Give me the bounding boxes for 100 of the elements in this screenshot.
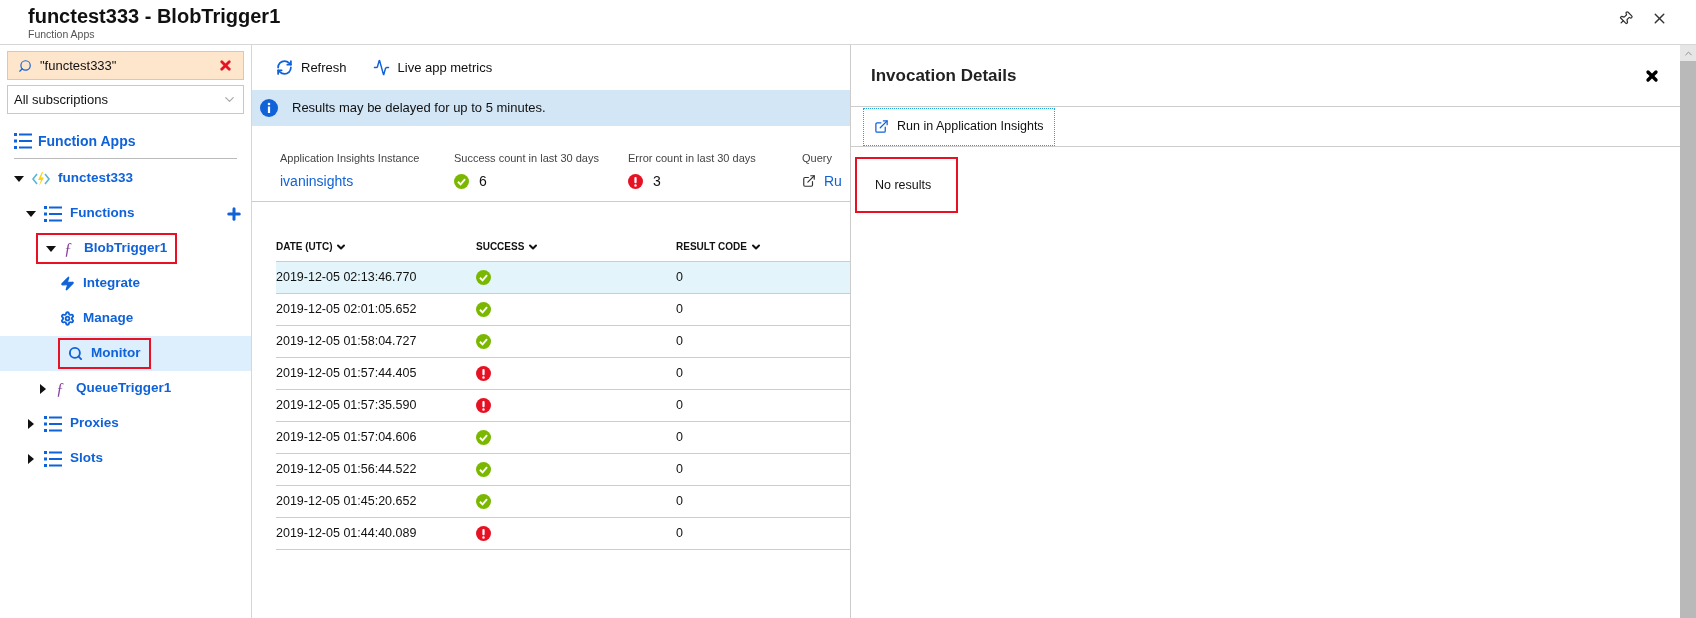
caret-right-icon[interactable] bbox=[28, 453, 34, 464]
bolt-icon bbox=[60, 276, 75, 291]
caret-down-icon[interactable] bbox=[14, 175, 24, 182]
search-value: "functest333" bbox=[40, 56, 117, 75]
refresh-icon bbox=[276, 59, 293, 76]
caret-right-icon[interactable] bbox=[40, 383, 46, 394]
check-circle-icon bbox=[476, 270, 491, 285]
table-cell-text: 2019-12-05 01:45:20.652 bbox=[276, 493, 418, 511]
tree-item-label[interactable]: Monitor bbox=[91, 343, 141, 364]
subscription-dropdown[interactable]: All subscriptions bbox=[7, 85, 244, 114]
page-subtitle: Function Apps bbox=[28, 28, 96, 41]
error-icon bbox=[476, 526, 491, 541]
scrollbar[interactable] bbox=[1680, 45, 1696, 618]
tree-item[interactable]: Slots bbox=[0, 441, 251, 476]
table-cell-text: 0 bbox=[676, 365, 684, 383]
tree-item-label[interactable]: Functions bbox=[70, 203, 135, 224]
stat-label: Application Insights Instance bbox=[280, 151, 421, 166]
no-results-text: No results bbox=[875, 176, 932, 194]
info-icon bbox=[260, 99, 278, 117]
table-cell-text: 0 bbox=[676, 301, 684, 319]
function-apps-link[interactable]: Function Apps bbox=[14, 124, 237, 159]
tree-item-label[interactable]: Slots bbox=[70, 448, 103, 469]
close-icon[interactable] bbox=[1644, 67, 1660, 84]
list-icon bbox=[44, 415, 62, 432]
table-row[interactable]: 2019-12-05 01:57:04.606 0 bbox=[276, 422, 850, 454]
stat-label: Query bbox=[802, 151, 833, 166]
column-header[interactable]: RESULT CODE bbox=[676, 239, 850, 254]
table-cell-text: 0 bbox=[676, 429, 684, 447]
stat-label: Success count in last 30 days bbox=[454, 151, 600, 166]
caret-down-icon[interactable] bbox=[46, 245, 56, 252]
check-circle-icon bbox=[476, 494, 491, 509]
table-cell-text: 2019-12-05 01:57:35.590 bbox=[276, 397, 418, 415]
tree-item[interactable]: ƒ BlobTrigger1 bbox=[0, 231, 251, 266]
check-circle-icon bbox=[476, 430, 491, 445]
external-link-icon bbox=[874, 119, 889, 134]
clear-icon[interactable] bbox=[218, 58, 233, 73]
table-cell-text: 0 bbox=[676, 333, 684, 351]
table-row[interactable]: 2019-12-05 01:56:44.522 0 bbox=[276, 454, 850, 486]
function-icon: ƒ bbox=[56, 380, 68, 397]
table-row[interactable]: 2019-12-05 02:01:05.652 0 bbox=[276, 294, 850, 326]
table-cell-text: 2019-12-05 01:56:44.522 bbox=[276, 461, 418, 479]
caret-down-icon[interactable] bbox=[26, 210, 36, 217]
success-count: 6 bbox=[479, 171, 487, 191]
table-row[interactable]: 2019-12-05 01:57:44.405 0 bbox=[276, 358, 850, 390]
table-row[interactable]: 2019-12-05 01:57:35.590 0 bbox=[276, 390, 850, 422]
external-link-icon bbox=[802, 174, 816, 188]
tree-item[interactable]: Manage bbox=[0, 301, 251, 336]
tree-item[interactable]: Integrate bbox=[0, 266, 251, 301]
stat-label: Error count in last 30 days bbox=[628, 151, 757, 166]
table-cell-text: 2019-12-05 01:58:04.727 bbox=[276, 333, 418, 351]
add-icon[interactable] bbox=[225, 204, 243, 223]
error-icon bbox=[476, 366, 491, 381]
table-cell-text: 0 bbox=[676, 525, 684, 543]
tree-item-label[interactable]: BlobTrigger1 bbox=[84, 238, 168, 259]
table-cell-text: 0 bbox=[676, 397, 684, 415]
tree-item-label[interactable]: Manage bbox=[83, 308, 134, 329]
table-cell-text: 2019-12-05 01:44:40.089 bbox=[276, 525, 418, 543]
tree-item-label[interactable]: QueueTrigger1 bbox=[76, 378, 172, 399]
error-icon bbox=[628, 173, 643, 189]
column-header[interactable]: DATE (UTC) bbox=[276, 239, 476, 254]
check-circle-icon bbox=[476, 302, 491, 317]
tree-item[interactable]: Proxies bbox=[0, 406, 251, 441]
toolbar-button[interactable]: Refresh bbox=[276, 57, 347, 78]
pulse-icon bbox=[372, 59, 390, 76]
tree-item[interactable]: ƒ QueueTrigger1 bbox=[0, 371, 251, 406]
run-in-insights-button[interactable]: Run in Application Insights bbox=[863, 107, 1055, 146]
error-count: 3 bbox=[653, 171, 661, 191]
caret-right-icon[interactable] bbox=[28, 418, 34, 429]
instance-link[interactable]: ivaninsights bbox=[280, 170, 454, 192]
gear-icon bbox=[60, 311, 75, 326]
table-cell-text: 2019-12-05 01:57:44.405 bbox=[276, 365, 418, 383]
tree-item[interactable]: functest333 bbox=[0, 161, 251, 196]
table-row[interactable]: 2019-12-05 01:44:40.089 0 bbox=[276, 518, 850, 550]
list-icon bbox=[44, 205, 62, 222]
tree-item-label[interactable]: Integrate bbox=[83, 273, 140, 294]
banner-text: Results may be delayed for up to 5 minutes. bbox=[292, 99, 546, 118]
function-icon: ƒ bbox=[64, 240, 76, 257]
table-row[interactable]: 2019-12-05 02:13:46.770 0 bbox=[276, 262, 850, 294]
search-icon bbox=[68, 346, 83, 361]
tree-item[interactable]: Functions bbox=[0, 196, 251, 231]
list-icon bbox=[44, 450, 62, 467]
table-cell-text: 0 bbox=[676, 461, 684, 479]
column-header[interactable]: SUCCESS bbox=[476, 239, 676, 254]
query-link[interactable]: Ru bbox=[824, 170, 842, 192]
table-cell-text: 0 bbox=[676, 269, 684, 287]
table-cell-text: 0 bbox=[676, 493, 684, 511]
function-app-icon bbox=[32, 170, 50, 187]
toolbar-button[interactable]: Live app metrics bbox=[372, 57, 493, 78]
table-cell-text: 2019-12-05 01:57:04.606 bbox=[276, 429, 418, 447]
tree-item-label[interactable]: Proxies bbox=[70, 413, 119, 434]
list-icon bbox=[14, 133, 32, 149]
check-circle-icon bbox=[476, 334, 491, 349]
table-row[interactable]: 2019-12-05 01:58:04.727 0 bbox=[276, 326, 850, 358]
tree-item[interactable]: Monitor bbox=[0, 336, 251, 371]
panel-title: Invocation Details bbox=[871, 64, 1017, 87]
table-cell-text: 2019-12-05 02:13:46.770 bbox=[276, 269, 418, 287]
table-row[interactable]: 2019-12-05 01:45:20.652 0 bbox=[276, 486, 850, 518]
search-field[interactable]: "functest333" bbox=[7, 51, 244, 80]
table-cell-text: 2019-12-05 02:01:05.652 bbox=[276, 301, 418, 319]
tree-item-label[interactable]: functest333 bbox=[58, 168, 134, 189]
